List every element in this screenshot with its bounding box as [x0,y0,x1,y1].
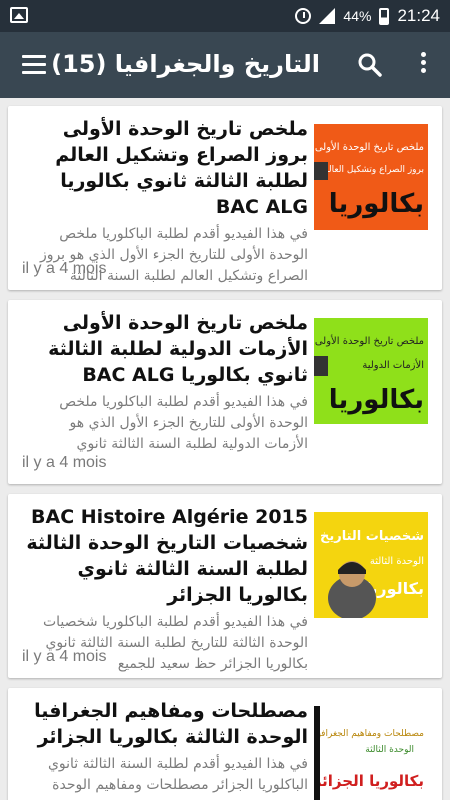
video-title[interactable]: BAC Histoire Algérie 2015 شخصيات التاريخ… [22,504,308,608]
status-bar: 44% 21:24 [0,0,450,32]
status-right: 44% 21:24 [295,0,440,32]
video-thumbnail[interactable]: مصطلحات ومفاهيم الجغرافيا الوحدة الثالثة… [314,706,428,800]
video-description: في هذا الفيديو أقدم لطلبة السنة الثالثة … [47,756,308,793]
video-card[interactable]: ملخص تاريخ الوحدة الأولى بروز الصراع وتش… [8,106,442,290]
thumb-line-2: الوحدة الثالثة [370,556,424,567]
video-thumbnail[interactable]: شخصيات التاريخ الوحدة الثالثة بكالوريا [314,512,428,618]
alarm-icon [295,8,312,24]
card-text: ملخص تاريخ الوحدة الأولى الأزمات الدولية… [22,310,308,455]
clock: 21:24 [397,6,440,25]
thumb-line-1: مصطلحات ومفاهيم الجغرافيا [316,729,424,739]
page-title: التاريخ والجغرافيا (15) [51,50,320,78]
video-list: ملخص تاريخ الوحدة الأولى بروز الصراع وتش… [0,98,450,800]
video-description: في هذا الفيديو أقدم لطلبة الباكلوريا ملخ… [59,394,308,452]
battery-icon [379,7,390,25]
video-title[interactable]: ملخص تاريخ الوحدة الأولى الأزمات الدولية… [22,310,308,388]
thumb-line-1: ملخص تاريخ الوحدة الأولى [315,334,424,347]
video-title[interactable]: ملخص تاريخ الوحدة الأولى بروز الصراع وتش… [22,116,308,220]
thumb-line-1: ملخص تاريخ الوحدة الأولى [315,140,424,153]
video-card[interactable]: ملخص تاريخ الوحدة الأولى الأزمات الدولية… [8,300,442,484]
thumb-big: بكالوريا [329,189,424,219]
video-thumbnail[interactable]: ملخص تاريخ الوحدة الأولى الأزمات الدولية… [314,318,428,424]
thumb-badge-icon [314,356,328,376]
battery-percent: 44% [343,8,372,24]
thumb-badge-icon [314,162,328,180]
video-card[interactable]: مصطلحات ومفاهيم الجغرافيا الوحدة الثالثة… [8,688,442,800]
menu-icon[interactable] [22,55,46,75]
thumb-line-1: شخصيات التاريخ [320,529,424,544]
gallery-notification-icon [10,7,28,23]
card-text: مصطلحات ومفاهيم الجغرافيا الوحدة الثالثة… [22,698,308,796]
signal-icon [319,8,336,24]
thumb-big: بكالوريا الجزائر 2015 [314,772,424,790]
app-bar: التاريخ والجغرافيا (15) [0,32,450,98]
more-options-icon[interactable] [410,52,436,78]
thumb-line-2: الوحدة الثالثة [365,745,414,755]
video-title[interactable]: مصطلحات ومفاهيم الجغرافيا الوحدة الثالثة… [22,698,308,750]
video-thumbnail[interactable]: ملخص تاريخ الوحدة الأولى بروز الصراع وتش… [314,124,428,230]
thumb-line-2: بروز الصراع وتشكيل العالم [323,165,424,175]
video-time: il y a 4 mois [22,260,107,277]
search-icon[interactable] [357,52,383,78]
video-card[interactable]: شخصيات التاريخ الوحدة الثالثة بكالوريا B… [8,494,442,678]
thumb-big: بكالوريا [329,385,424,415]
thumb-line-2: الأزمات الدولية [362,358,424,371]
video-time: il y a 4 mois [22,454,107,471]
video-time: il y a 4 mois [22,648,107,665]
